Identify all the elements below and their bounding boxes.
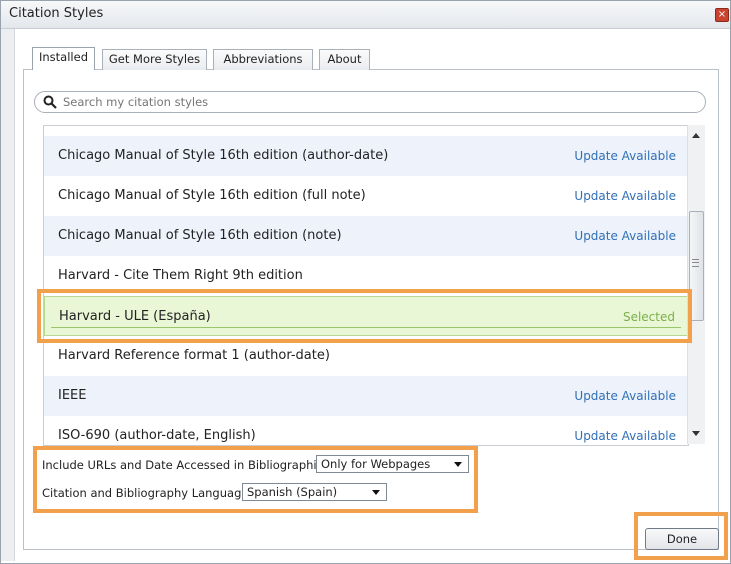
update-available-link[interactable]: Update Available	[574, 216, 676, 256]
scrollbar-grip-icon	[692, 259, 699, 267]
search-input[interactable]	[63, 94, 683, 110]
style-name: Harvard Reference format 1 (author-date)	[58, 348, 330, 363]
style-name: Chicago Manual of Style 16th edition (fu…	[58, 188, 366, 203]
update-available-link[interactable]: Update Available	[574, 136, 676, 176]
language-select[interactable]: Spanish (Spain)	[242, 483, 387, 501]
citation-styles-window: Citation Styles × Installed Get More Sty…	[0, 0, 731, 564]
search-box	[34, 91, 706, 113]
title-bar: Citation Styles ×	[1, 1, 730, 29]
tab-installed[interactable]: Installed	[32, 47, 95, 70]
scroll-up-arrow-icon[interactable]	[692, 133, 700, 138]
tab-get-more-styles[interactable]: Get More Styles	[102, 49, 207, 70]
style-row[interactable]: Chicago Manual of Style 16th edition (au…	[44, 136, 688, 176]
chevron-down-icon	[372, 490, 380, 495]
style-row[interactable]: Harvard - Cite Them Right 9th edition	[44, 256, 688, 296]
style-name: Chicago Manual of Style 16th edition (no…	[58, 228, 342, 243]
style-name: IEEE	[58, 388, 87, 403]
style-name: Harvard - Cite Them Right 9th edition	[58, 268, 303, 283]
update-available-link[interactable]: Update Available	[574, 176, 676, 216]
tab-abbreviations[interactable]: Abbreviations	[213, 49, 313, 70]
tab-about[interactable]: About	[319, 49, 370, 70]
selected-badge: Selected	[622, 310, 675, 324]
include-urls-label: Include URLs and Date Accessed in Biblio…	[42, 458, 334, 472]
chevron-down-icon	[454, 462, 462, 467]
citation-style-list: Chicago Manual of Style 16th edition (au…	[43, 125, 689, 446]
style-name: Chicago Manual of Style 16th edition (au…	[58, 148, 389, 163]
update-available-link[interactable]: Update Available	[574, 376, 676, 416]
search-icon	[43, 95, 57, 109]
style-name: Harvard - ULE (España)	[59, 309, 211, 324]
style-row[interactable]: Chicago Manual of Style 16th edition (fu…	[44, 176, 688, 216]
style-row-selected[interactable]: Harvard - ULE (España) Selected	[44, 296, 688, 336]
close-icon[interactable]: ×	[715, 8, 729, 22]
scroll-down-arrow-icon[interactable]	[692, 431, 700, 436]
language-label: Citation and Bibliography Language:	[42, 486, 253, 500]
style-row[interactable]: IEEE Update Available	[44, 376, 688, 416]
list-scrollbar[interactable]	[687, 125, 705, 444]
style-name: ISO-690 (author-date, English)	[58, 428, 256, 443]
style-row[interactable]: Chicago Manual of Style 16th edition (no…	[44, 216, 688, 256]
style-row[interactable]: Harvard Reference format 1 (author-date)	[44, 336, 688, 376]
style-row[interactable]: ISO-690 (author-date, English) Update Av…	[44, 416, 688, 445]
update-available-link[interactable]: Update Available	[574, 416, 676, 445]
include-urls-value: Only for Webpages	[321, 457, 431, 471]
done-button[interactable]: Done	[645, 528, 719, 550]
window-title: Citation Styles	[9, 6, 104, 21]
language-value: Spanish (Spain)	[247, 485, 338, 499]
include-urls-select[interactable]: Only for Webpages	[316, 455, 469, 473]
window-left-edge	[1, 29, 15, 561]
